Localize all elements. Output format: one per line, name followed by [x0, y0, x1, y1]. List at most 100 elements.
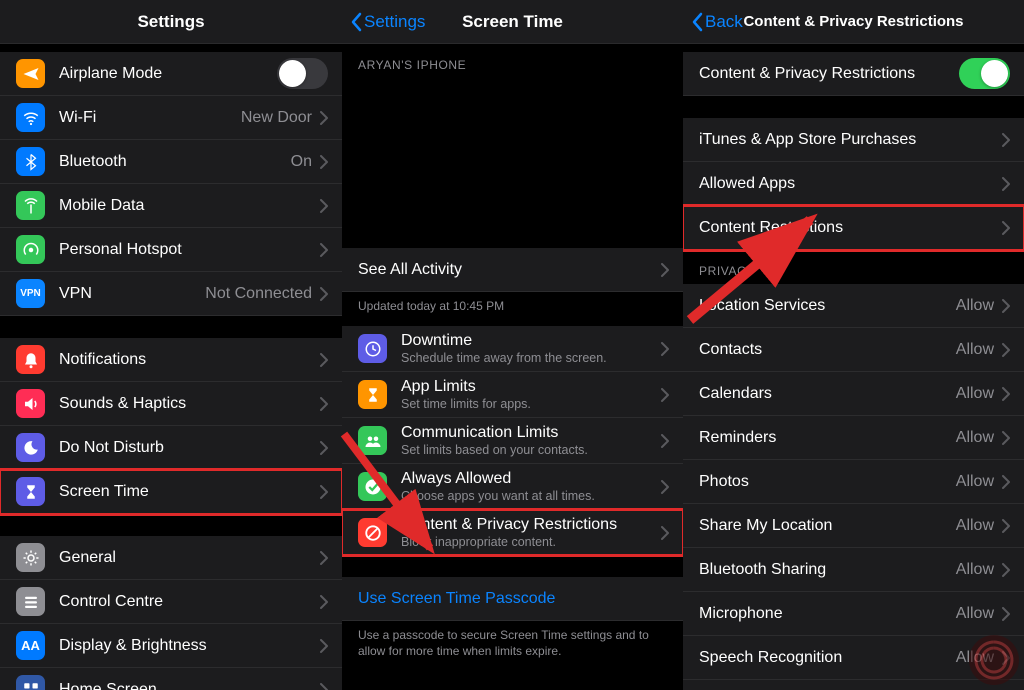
- antenna-icon: [22, 197, 40, 215]
- speaker-icon: [22, 395, 40, 413]
- list-item[interactable]: BluetoothOn: [0, 140, 342, 184]
- screentime-passcode[interactable]: Use Screen Time Passcode: [342, 577, 683, 621]
- passcode-note: Use a passcode to secure Screen Time set…: [342, 621, 683, 671]
- list-item[interactable]: VPNVPNNot Connected: [0, 272, 342, 316]
- row-icon: [16, 59, 45, 88]
- row-value: Allow: [956, 605, 994, 623]
- list-item[interactable]: Communication LimitsSet limits based on …: [342, 418, 683, 464]
- row-label: VPN: [59, 285, 205, 303]
- row-sublabel: Set time limits for apps.: [401, 397, 661, 411]
- master-label: Content & Privacy Restrictions: [699, 65, 959, 83]
- list-item[interactable]: Allowed Apps: [683, 162, 1024, 206]
- list-item[interactable]: Screen Time: [0, 470, 342, 514]
- list-item[interactable]: MicrophoneAllow: [683, 592, 1024, 636]
- row-icon: [16, 543, 45, 572]
- airplane-icon: [22, 65, 40, 83]
- list-item[interactable]: Mobile Data: [0, 184, 342, 228]
- row-icon: [16, 147, 45, 176]
- row-label: Do Not Disturb: [59, 439, 320, 457]
- aa-icon: AA: [21, 638, 40, 653]
- list-item[interactable]: Content & Privacy RestrictionsBlock inap…: [342, 510, 683, 555]
- list-item[interactable]: AdvertisingAllow: [683, 680, 1024, 690]
- master-toggle-row[interactable]: Content & Privacy Restrictions: [683, 52, 1024, 96]
- row-icon: [16, 103, 45, 132]
- list-item[interactable]: Always AllowedChoose apps you want at al…: [342, 464, 683, 510]
- nosign-icon: [364, 524, 382, 542]
- list-item[interactable]: Do Not Disturb: [0, 426, 342, 470]
- see-all-activity[interactable]: See All Activity: [342, 248, 683, 292]
- device-header: ARYAN'S IPHONE: [342, 44, 683, 78]
- row-label: Wi-Fi: [59, 109, 241, 127]
- back-to-settings[interactable]: Settings: [350, 12, 425, 32]
- chevron-right-icon: [661, 526, 669, 540]
- row-label: Bluetooth: [59, 153, 291, 171]
- chart-placeholder: [342, 78, 683, 248]
- row-label: Airplane Mode: [59, 65, 277, 83]
- list-item[interactable]: General: [0, 536, 342, 580]
- list-item[interactable]: CalendarsAllow: [683, 372, 1024, 416]
- row-sublabel: Block inappropriate content.: [401, 535, 661, 549]
- list-item[interactable]: PhotosAllow: [683, 460, 1024, 504]
- list-item[interactable]: Content Restrictions: [683, 206, 1024, 250]
- vpn-icon: VPN: [20, 288, 41, 299]
- chevron-right-icon: [320, 243, 328, 257]
- chevron-right-icon: [320, 441, 328, 455]
- list-item[interactable]: AADisplay & Brightness: [0, 624, 342, 668]
- gear-icon: [22, 549, 40, 567]
- list-item[interactable]: iTunes & App Store Purchases: [683, 118, 1024, 162]
- chevron-right-icon: [320, 155, 328, 169]
- list-item[interactable]: Share My LocationAllow: [683, 504, 1024, 548]
- row-icon: [358, 380, 387, 409]
- row-icon: [16, 389, 45, 418]
- list-item[interactable]: Home Screen: [0, 668, 342, 690]
- list-item[interactable]: Sounds & Haptics: [0, 382, 342, 426]
- chevron-right-icon: [320, 287, 328, 301]
- chevron-right-icon: [320, 397, 328, 411]
- row-icon: [16, 191, 45, 220]
- grid-icon: [22, 681, 40, 690]
- chevron-right-icon: [1002, 607, 1010, 621]
- row-value: Allow: [956, 297, 994, 315]
- list-item[interactable]: Notifications: [0, 338, 342, 382]
- list-item[interactable]: Bluetooth SharingAllow: [683, 548, 1024, 592]
- row-value: On: [291, 153, 312, 171]
- people-icon: [364, 432, 382, 450]
- hotspot-icon: [22, 241, 40, 259]
- list-item[interactable]: Personal Hotspot: [0, 228, 342, 272]
- chevron-right-icon: [1002, 133, 1010, 147]
- row-value: Allow: [956, 561, 994, 579]
- chevron-right-icon: [320, 199, 328, 213]
- row-icon: [16, 235, 45, 264]
- row-icon: AA: [16, 631, 45, 660]
- list-item[interactable]: Location ServicesAllow: [683, 284, 1024, 328]
- row-label: Content & Privacy Restrictions: [401, 516, 661, 534]
- chevron-right-icon: [1002, 387, 1010, 401]
- row-icon: [16, 675, 45, 690]
- chevron-left-icon: [350, 12, 362, 32]
- list-item[interactable]: Control Centre: [0, 580, 342, 624]
- toggle[interactable]: [277, 58, 328, 89]
- back-button[interactable]: Back: [691, 12, 743, 32]
- list-item[interactable]: App LimitsSet time limits for apps.: [342, 372, 683, 418]
- list-item[interactable]: Airplane Mode: [0, 52, 342, 96]
- list-item[interactable]: RemindersAllow: [683, 416, 1024, 460]
- row-label: Contacts: [699, 341, 956, 359]
- list-item[interactable]: ContactsAllow: [683, 328, 1024, 372]
- back-label: Back: [705, 12, 743, 32]
- master-toggle[interactable]: [959, 58, 1010, 89]
- settings-title: Settings: [137, 12, 204, 32]
- restrictions-panel: Back Content & Privacy Restrictions Cont…: [683, 0, 1024, 690]
- list-item[interactable]: Wi-FiNew Door: [0, 96, 342, 140]
- row-sublabel: Schedule time away from the screen.: [401, 351, 661, 365]
- settings-header: Settings: [0, 0, 342, 44]
- row-label: Share My Location: [699, 517, 956, 535]
- chevron-right-icon: [320, 639, 328, 653]
- row-sublabel: Set limits based on your contacts.: [401, 443, 661, 457]
- chevron-left-icon: [691, 12, 703, 32]
- chevron-right-icon: [1002, 343, 1010, 357]
- chevron-right-icon: [1002, 563, 1010, 577]
- chevron-right-icon: [320, 551, 328, 565]
- list-item[interactable]: DowntimeSchedule time away from the scre…: [342, 326, 683, 372]
- chevron-right-icon: [661, 480, 669, 494]
- watermark-icon: [968, 634, 1020, 686]
